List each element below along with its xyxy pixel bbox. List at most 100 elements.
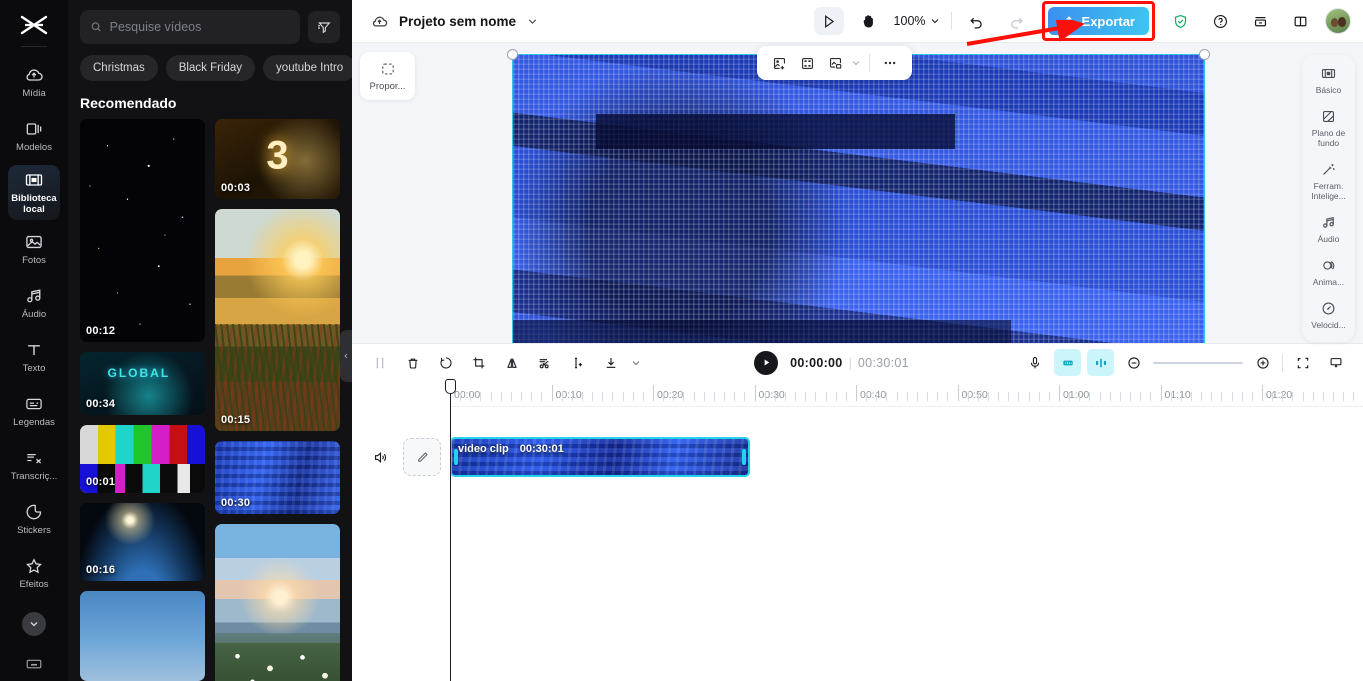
search-box[interactable]: [80, 10, 300, 44]
aspect-ratio-button[interactable]: Propor...: [360, 52, 415, 100]
sidebar-item-midia[interactable]: Mídia: [8, 57, 60, 107]
pip-button[interactable]: [822, 50, 848, 76]
more-options-button[interactable]: [877, 50, 903, 76]
microphone-button[interactable]: [1021, 349, 1048, 376]
ruler-tick-minor: [1190, 392, 1192, 401]
play-icon: [764, 359, 769, 366]
resize-handle-top-right[interactable]: [1199, 49, 1210, 60]
redo-button[interactable]: [1002, 7, 1032, 35]
keyframe-icon: [574, 357, 582, 368]
sidebar-item-stickers[interactable]: Stickers: [8, 494, 60, 544]
fit-to-frame-button[interactable]: [794, 50, 820, 76]
floating-toolbar-divider: [869, 54, 870, 72]
media-thumbnail[interactable]: 00:01: [80, 425, 205, 493]
filter-button[interactable]: [308, 11, 340, 43]
sidebar-item-transcricao[interactable]: Transcriç...: [8, 440, 60, 490]
clip-handle-right[interactable]: [742, 449, 746, 465]
voice-split-button[interactable]: [1087, 349, 1114, 376]
resize-handle-top-left[interactable]: [507, 49, 518, 60]
rotate-button[interactable]: [432, 349, 459, 376]
ruler-tick-minor: [744, 392, 746, 401]
fullscreen-button[interactable]: [1289, 349, 1316, 376]
add-image-button[interactable]: [766, 50, 792, 76]
media-thumbnail[interactable]: [215, 524, 340, 681]
redo-icon: [1011, 17, 1023, 29]
project-title[interactable]: Projeto sem nome: [399, 14, 516, 29]
delete-button[interactable]: [399, 349, 426, 376]
media-thumbnail[interactable]: 3 00:03: [215, 119, 340, 199]
panel-collapse-handle[interactable]: [340, 330, 352, 382]
archive-button[interactable]: [1245, 7, 1275, 35]
zoom-level-control[interactable]: 100%: [894, 14, 941, 28]
media-thumbnail[interactable]: 00:16: [80, 503, 205, 581]
sidebar-item-audio[interactable]: Áudio: [8, 278, 60, 328]
help-button[interactable]: [1205, 7, 1235, 35]
right-panel-item-animacoes[interactable]: Anima...: [1304, 257, 1354, 287]
media-thumbnail[interactable]: 00:15: [215, 209, 340, 431]
shield-check-button[interactable]: [1165, 7, 1195, 35]
avatar[interactable]: [1325, 8, 1351, 34]
pip-caret[interactable]: [850, 57, 862, 69]
sidebar-item-legendas[interactable]: Legendas: [8, 386, 60, 436]
audio-wave-button[interactable]: [1054, 349, 1081, 376]
sidebar-item-texto[interactable]: Texto: [8, 332, 60, 382]
video-preview-frame[interactable]: [507, 49, 1210, 343]
ruler-tick-minor: [602, 392, 604, 401]
sidebar-item-label: Stickers: [17, 525, 51, 536]
sidebar-item-modelos[interactable]: Modelos: [8, 111, 60, 161]
keyboard-shortcuts-button[interactable]: [0, 655, 68, 673]
chevron-down-icon[interactable]: [526, 15, 539, 28]
ruler-tick-minor: [724, 392, 726, 401]
ruler-tick-minor: [1211, 392, 1213, 401]
hand-tool-button[interactable]: [854, 7, 884, 35]
playhead[interactable]: [445, 379, 456, 681]
cloud-sync-icon[interactable]: [370, 12, 389, 31]
sidebar-item-biblioteca-local[interactable]: Biblioteca local: [8, 165, 60, 220]
rail-expand-button[interactable]: [22, 612, 46, 636]
mirror-button[interactable]: [498, 349, 525, 376]
timeline-zoom-slider[interactable]: [1153, 361, 1243, 364]
timeline-ruler[interactable]: 00:00 00:10 00:20 00:30 00:40 00:50 01:00 01:10…: [450, 381, 1363, 407]
tag-chip[interactable]: Black Friday: [165, 55, 256, 81]
clip-name: video clip: [458, 443, 509, 455]
speaker-icon[interactable]: [372, 449, 389, 466]
media-thumbnail[interactable]: 00:12: [80, 119, 205, 342]
right-panel-item-velocidade[interactable]: Velocid...: [1304, 300, 1354, 330]
cut-button[interactable]: [531, 349, 558, 376]
crop-button[interactable]: [465, 349, 492, 376]
timeline-clip[interactable]: video clip 00:30:01: [450, 437, 750, 477]
tag-chip[interactable]: youtube Intro: [263, 55, 352, 81]
layout-button[interactable]: [1285, 7, 1315, 35]
ruler-tick-minor: [1018, 392, 1020, 401]
search-input[interactable]: [109, 20, 290, 34]
zoom-level-value: 100%: [893, 14, 926, 28]
play-button[interactable]: [754, 350, 779, 375]
media-thumbnail[interactable]: GLOBAL 00:34: [80, 352, 205, 415]
sidebar-item-fotos[interactable]: Fotos: [8, 224, 60, 274]
track-edit-button[interactable]: [403, 438, 441, 476]
monitor-button[interactable]: [1322, 349, 1349, 376]
zoom-in-button[interactable]: [1249, 349, 1276, 376]
download-button[interactable]: [597, 349, 624, 376]
sidebar-item-label: Mídia: [22, 88, 46, 99]
right-panel-item-ferramentas-inteligentes[interactable]: Ferram. Intelige...: [1304, 161, 1354, 201]
zoom-out-button[interactable]: [1120, 349, 1147, 376]
right-panel-item-plano-de-fundo[interactable]: Plano de fundo: [1304, 108, 1354, 148]
keyframe-button[interactable]: [564, 349, 591, 376]
playhead-handle[interactable]: [445, 379, 456, 394]
split-button[interactable]: [366, 349, 393, 376]
media-thumbnail[interactable]: 00:30: [215, 441, 340, 514]
sidebar-item-efeitos[interactable]: Efeitos: [8, 548, 60, 598]
ruler-tick-minor: [1272, 392, 1274, 401]
undo-button[interactable]: [962, 7, 992, 35]
right-panel-item-basico[interactable]: Básico: [1304, 65, 1354, 95]
tag-chip[interactable]: Christmas: [80, 55, 158, 81]
media-thumbnail[interactable]: [80, 591, 205, 681]
select-tool-button[interactable]: [813, 7, 844, 35]
right-panel-item-audio[interactable]: Áudio: [1304, 214, 1354, 244]
export-button[interactable]: Exportar: [1047, 7, 1149, 35]
clip-handle-left[interactable]: [454, 449, 458, 465]
hand-icon: [863, 14, 873, 28]
download-caret[interactable]: [630, 357, 642, 369]
question-circle-icon: [1213, 14, 1227, 28]
